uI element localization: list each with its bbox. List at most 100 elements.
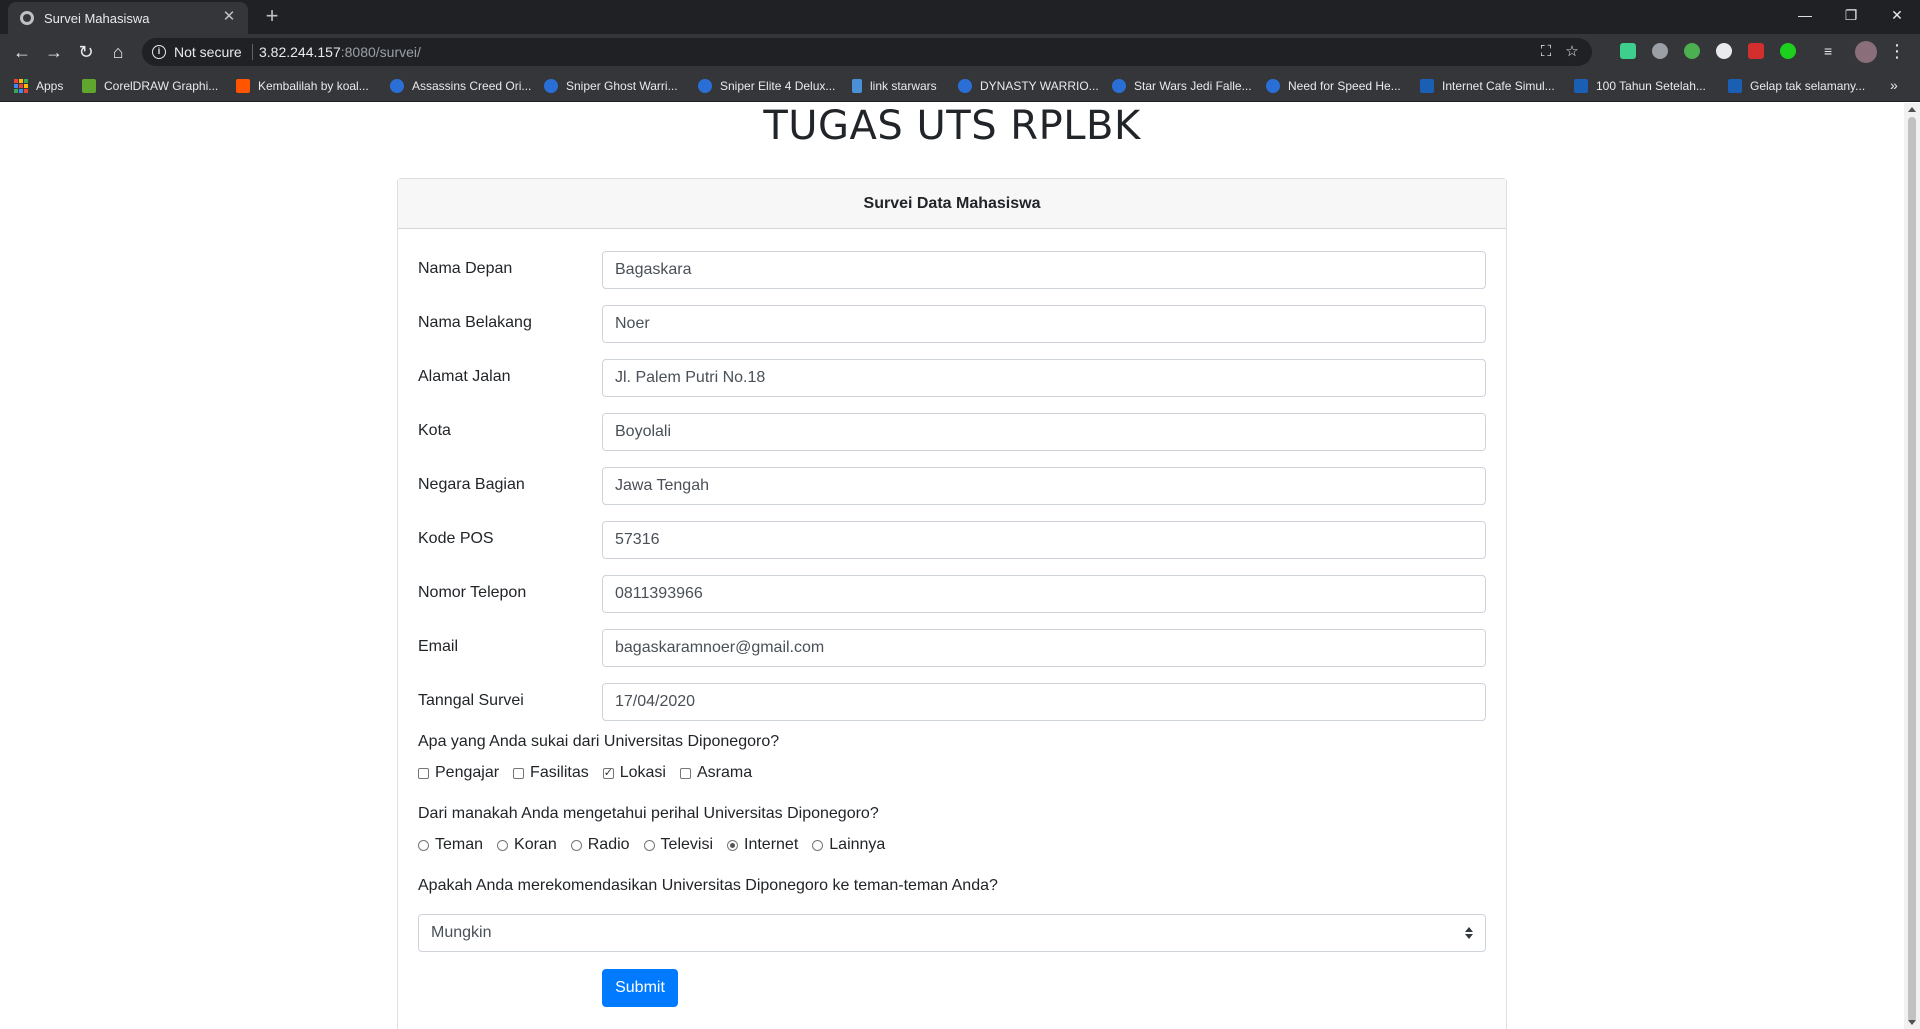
- page-title: TUGAS UTS RPLBK: [763, 103, 1141, 149]
- bookmark-item[interactable]: Internet Cafe Simul...: [1420, 77, 1555, 95]
- checkbox[interactable]: [418, 767, 429, 779]
- browser-tab[interactable]: Survei Mahasiswa ✕: [8, 2, 248, 34]
- checkbox-checked[interactable]: [602, 766, 614, 779]
- option-label: Koran: [514, 836, 557, 853]
- field-label: Kota: [418, 422, 451, 439]
- bookmark-item[interactable]: Gelap tak selamany...: [1728, 77, 1865, 95]
- scroll-thumb[interactable]: [1908, 117, 1916, 1022]
- state-input[interactable]: [602, 467, 1486, 505]
- radio-selected[interactable]: [727, 839, 739, 851]
- bookmark-item[interactable]: Sniper Ghost Warri...: [544, 77, 678, 95]
- bookmark-item[interactable]: link starwars: [852, 77, 937, 95]
- field-label: Nama Depan: [418, 260, 513, 277]
- k-icon: [1420, 79, 1434, 93]
- form-row-state: Negara Bagian: [418, 467, 1486, 505]
- bookmark-apps[interactable]: Apps: [14, 77, 63, 95]
- back-icon[interactable]: ←: [10, 40, 34, 64]
- checkbox[interactable]: [679, 767, 691, 779]
- bookmark-label: Sniper Elite 4 Delux...: [720, 79, 836, 93]
- question-likes: Apa yang Anda sukai dari Universitas Dip…: [418, 733, 780, 750]
- star-icon[interactable]: ☆: [1562, 42, 1582, 62]
- bookmark-label: Need for Speed He...: [1288, 79, 1401, 93]
- bookmark-item[interactable]: Star Wars Jedi Falle...: [1112, 77, 1252, 95]
- form-row-phone: Nomor Telepon: [418, 575, 1486, 613]
- new-tab-button[interactable]: +: [260, 5, 284, 29]
- extension-n-icon[interactable]: [1620, 43, 1636, 59]
- more-bookmarks-icon[interactable]: »: [1890, 77, 1898, 93]
- option-label: Lokasi: [619, 764, 666, 781]
- street-address-input[interactable]: [602, 359, 1486, 397]
- first-name-input[interactable]: [602, 251, 1486, 289]
- form-row-city: Kota: [418, 413, 1486, 451]
- option-teman[interactable]: Teman: [418, 836, 483, 854]
- form-row-survey-date: Tanngal Survei: [418, 683, 1486, 721]
- email-input[interactable]: [602, 629, 1486, 667]
- bookmark-item[interactable]: Need for Speed He...: [1266, 77, 1401, 95]
- form-row-postal-code: Kode POS: [418, 521, 1486, 559]
- option-fasilitas[interactable]: Fasilitas: [513, 764, 589, 782]
- radio[interactable]: [418, 839, 429, 851]
- extension-video-icon[interactable]: [1748, 43, 1764, 59]
- recommend-select[interactable]: Mungkin: [418, 914, 1486, 952]
- likes-checkbox-group: Pengajar Fasilitas Lokasi Asrama: [418, 764, 766, 782]
- info-icon[interactable]: i: [152, 45, 166, 59]
- url-text[interactable]: 3.82.244.157:8080/survei/: [259, 44, 421, 60]
- form-row-last-name: Nama Belakang: [418, 305, 1486, 343]
- extension-circle-icon[interactable]: [1716, 43, 1732, 59]
- radio[interactable]: [812, 839, 824, 851]
- extension-bulb-icon[interactable]: [1652, 43, 1668, 59]
- checkbox[interactable]: [513, 767, 525, 779]
- security-label[interactable]: Not secure: [174, 44, 242, 60]
- survey-date-input[interactable]: [602, 683, 1486, 721]
- option-lokasi[interactable]: Lokasi: [602, 764, 666, 782]
- forward-icon[interactable]: →: [42, 40, 66, 64]
- option-radio[interactable]: Radio: [570, 836, 630, 854]
- media-queue-icon[interactable]: ≡: [1824, 43, 1840, 59]
- form-row-email: Email: [418, 629, 1486, 667]
- postal-code-input[interactable]: [602, 521, 1486, 559]
- bookmark-item[interactable]: Assassins Creed Ori...: [390, 77, 531, 95]
- profile-avatar[interactable]: [1855, 41, 1877, 63]
- close-tab-icon[interactable]: ✕: [220, 8, 238, 26]
- site-icon: [390, 79, 404, 93]
- bookmark-item[interactable]: 100 Tahun Setelah...: [1574, 77, 1706, 95]
- option-televisi[interactable]: Televisi: [643, 836, 713, 854]
- option-label: Lainnya: [829, 836, 886, 853]
- address-bar[interactable]: i Not secure 3.82.244.157:8080/survei/ ⛶…: [142, 38, 1592, 66]
- home-icon[interactable]: ⌂: [106, 40, 130, 64]
- globe-icon: [20, 11, 34, 25]
- form-row-first-name: Nama Depan: [418, 251, 1486, 289]
- last-name-input[interactable]: [602, 305, 1486, 343]
- option-asrama[interactable]: Asrama: [679, 764, 752, 782]
- reload-icon[interactable]: ↻: [74, 40, 98, 64]
- bookmark-item[interactable]: CorelDRAW Graphi...: [82, 77, 218, 95]
- bookmark-label: Internet Cafe Simul...: [1442, 79, 1555, 93]
- scroll-up-icon[interactable]: [1908, 107, 1916, 112]
- menu-icon[interactable]: ⋮: [1888, 40, 1906, 64]
- phone-input[interactable]: [602, 575, 1486, 613]
- option-lainnya[interactable]: Lainnya: [812, 836, 885, 854]
- close-window-icon[interactable]: ✕: [1874, 0, 1920, 30]
- translate-icon[interactable]: ⛶: [1536, 42, 1556, 62]
- bookmark-item[interactable]: DYNASTY WARRIO...: [958, 77, 1099, 95]
- bookmark-item[interactable]: Kembalilah by koal...: [236, 77, 369, 95]
- option-internet[interactable]: Internet: [727, 836, 798, 854]
- radio[interactable]: [643, 839, 655, 851]
- submit-button[interactable]: Submit: [602, 969, 678, 1007]
- page-scrollbar[interactable]: [1904, 103, 1920, 1029]
- city-input[interactable]: [602, 413, 1486, 451]
- field-label: Tanngal Survei: [418, 692, 524, 709]
- radio[interactable]: [497, 839, 509, 851]
- bookmark-label: Apps: [36, 79, 64, 93]
- scroll-down-icon[interactable]: [1908, 1020, 1916, 1025]
- option-koran[interactable]: Koran: [497, 836, 557, 854]
- option-pengajar[interactable]: Pengajar: [418, 764, 499, 782]
- extension-globe-icon[interactable]: [1684, 43, 1700, 59]
- field-label: Negara Bagian: [418, 476, 525, 493]
- option-label: Radio: [587, 836, 630, 853]
- minimize-icon[interactable]: —: [1782, 0, 1828, 30]
- restore-icon[interactable]: ❐: [1828, 0, 1874, 30]
- radio[interactable]: [570, 839, 582, 851]
- bookmark-item[interactable]: Sniper Elite 4 Delux...: [698, 77, 835, 95]
- extension-green-icon[interactable]: [1780, 43, 1796, 59]
